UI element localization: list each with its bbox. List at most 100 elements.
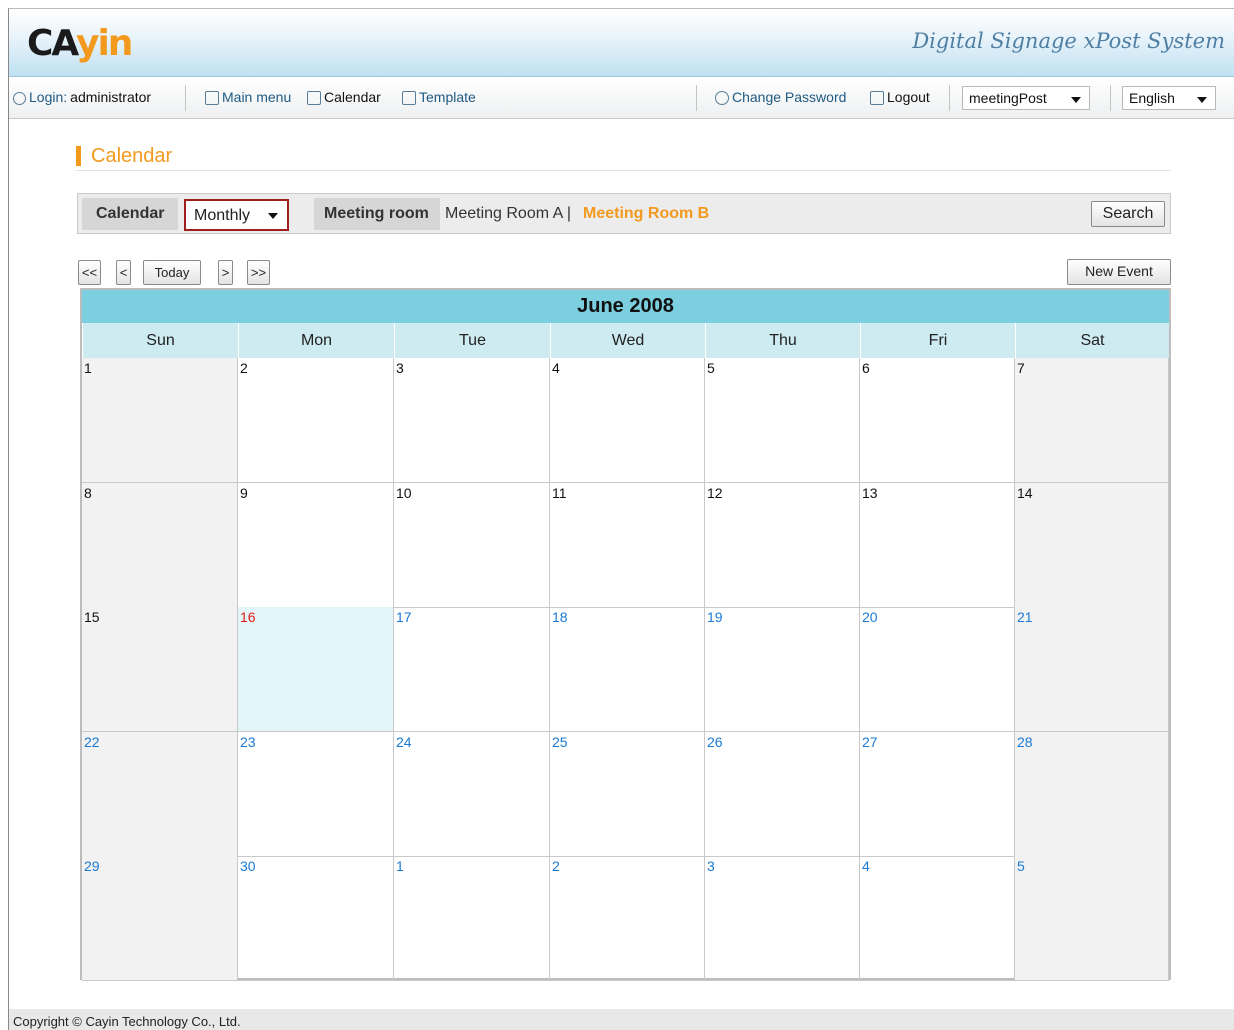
day-number: 24 <box>396 734 412 750</box>
calendar-day-cell[interactable]: 11 <box>550 483 705 608</box>
logout-link[interactable]: Logout <box>870 89 930 105</box>
day-number: 29 <box>84 858 100 874</box>
calendar-day-cell[interactable]: 26 <box>705 732 860 857</box>
day-number: 16 <box>240 609 256 625</box>
room-option-b[interactable]: Meeting Room B <box>583 205 709 223</box>
top-nav-bar: Login: administrator Main menu Calendar … <box>9 77 1234 119</box>
language-select[interactable]: English <box>1122 86 1216 110</box>
day-number: 12 <box>707 485 723 501</box>
calendar-day-cell[interactable]: 6 <box>860 358 1015 483</box>
calendar-day-cell[interactable]: 30 <box>238 856 394 981</box>
day-number: 17 <box>396 609 412 625</box>
day-number: 4 <box>552 360 560 376</box>
view-select[interactable]: Monthly <box>184 199 289 231</box>
chevron-down-icon <box>268 213 278 219</box>
day-number: 19 <box>707 609 723 625</box>
calendar-day-today[interactable]: 16 <box>238 607 394 732</box>
calendar-day-cell[interactable]: 20 <box>860 607 1015 732</box>
calendar-day-cell[interactable]: 4 <box>860 856 1015 981</box>
day-number: 15 <box>84 609 100 625</box>
calendar-day-cell[interactable]: 2 <box>550 856 705 981</box>
day-number: 11 <box>552 485 567 501</box>
login-prefix: Login: <box>29 89 68 105</box>
product-tagline: Digital Signage xPost System <box>912 29 1225 53</box>
calendar-day-cell[interactable]: 8 <box>82 483 238 608</box>
weekday-header: Sun <box>82 323 238 358</box>
search-button[interactable]: Search <box>1091 201 1165 227</box>
calendar-day-cell[interactable]: 12 <box>705 483 860 608</box>
new-event-button[interactable]: New Event <box>1067 259 1171 285</box>
logout-door-icon <box>870 91 884 105</box>
day-number: 13 <box>862 485 878 501</box>
chevron-down-icon <box>1197 97 1207 103</box>
first-page-button[interactable]: << <box>78 260 101 285</box>
meeting-room-label: Meeting room <box>324 205 429 222</box>
change-password-link[interactable]: Change Password <box>715 89 846 105</box>
day-number: 1 <box>84 360 92 376</box>
weekday-header: Fri <box>860 323 1015 358</box>
day-number: 5 <box>707 360 715 376</box>
calendar-day-cell[interactable]: 3 <box>394 358 550 483</box>
calendar-day-cell[interactable]: 15 <box>82 607 238 732</box>
calendar-day-cell[interactable]: 22 <box>82 732 238 857</box>
app-select[interactable]: meetingPost <box>962 86 1090 110</box>
day-number: 2 <box>240 360 248 376</box>
calendar-day-cell[interactable]: 25 <box>550 732 705 857</box>
day-number: 28 <box>1017 734 1033 750</box>
calendar-day-cell[interactable]: 5 <box>1015 856 1169 981</box>
weekday-header: Mon <box>238 323 394 358</box>
calendar-day-cell[interactable]: 24 <box>394 732 550 857</box>
room-option-a[interactable]: Meeting Room A | <box>445 205 571 223</box>
day-number: 21 <box>1017 609 1033 625</box>
login-username: administrator <box>70 89 152 105</box>
calendar-day-cell[interactable]: 3 <box>705 856 860 981</box>
calendar-day-cell[interactable]: 23 <box>238 732 394 857</box>
day-number: 27 <box>862 734 878 750</box>
weekday-header: Tue <box>394 323 550 358</box>
calendar-day-cell[interactable]: 28 <box>1015 732 1169 857</box>
today-button[interactable]: Today <box>143 260 201 285</box>
calendar-day-cell[interactable]: 2 <box>238 358 394 483</box>
page-title: Calendar <box>76 146 172 166</box>
nav-divider <box>185 85 186 111</box>
day-number: 22 <box>84 734 100 750</box>
calendar-day-cell[interactable]: 1 <box>394 856 550 981</box>
template-link[interactable]: Template <box>402 89 476 105</box>
calendar-day-cell[interactable]: 10 <box>394 483 550 608</box>
weekday-header: Thu <box>705 323 860 358</box>
last-page-button[interactable]: >> <box>247 260 270 285</box>
month-title: June 2008 <box>82 290 1169 323</box>
calendar-day-cell[interactable]: 7 <box>1015 358 1169 483</box>
calendar-link[interactable]: Calendar <box>307 89 381 105</box>
nav-divider <box>696 85 697 111</box>
calendar-day-cell[interactable]: 9 <box>238 483 394 608</box>
calendar-day-cell[interactable]: 19 <box>705 607 860 732</box>
day-number: 8 <box>84 485 92 501</box>
user-icon <box>13 91 26 105</box>
day-number: 10 <box>396 485 412 501</box>
calendar-day-cell[interactable]: 21 <box>1015 607 1169 732</box>
day-number: 5 <box>1017 858 1025 874</box>
key-icon <box>715 91 729 105</box>
calendar-day-cell[interactable]: 14 <box>1015 483 1169 608</box>
calendar-day-cell[interactable]: 13 <box>860 483 1015 608</box>
calendar-day-cell[interactable]: 4 <box>550 358 705 483</box>
main-menu-link[interactable]: Main menu <box>205 89 291 105</box>
title-divider <box>76 170 1171 171</box>
calendar-day-cell[interactable]: 29 <box>82 856 238 981</box>
day-number: 25 <box>552 734 568 750</box>
prev-month-button[interactable]: < <box>116 260 131 285</box>
day-number: 26 <box>707 734 723 750</box>
calendar-day-cell[interactable]: 5 <box>705 358 860 483</box>
chevron-down-icon <box>1071 97 1081 103</box>
day-number: 23 <box>240 734 256 750</box>
calendar-icon <box>307 91 321 105</box>
filter-bar: Calendar Monthly Meeting room Meeting Ro… <box>77 193 1171 234</box>
calendar-day-cell[interactable]: 27 <box>860 732 1015 857</box>
weekday-header: Wed <box>550 323 705 358</box>
template-icon <box>402 91 416 105</box>
next-month-button[interactable]: > <box>218 260 233 285</box>
calendar-day-cell[interactable]: 17 <box>394 607 550 732</box>
calendar-day-cell[interactable]: 18 <box>550 607 705 732</box>
calendar-day-cell[interactable]: 1 <box>82 358 238 483</box>
